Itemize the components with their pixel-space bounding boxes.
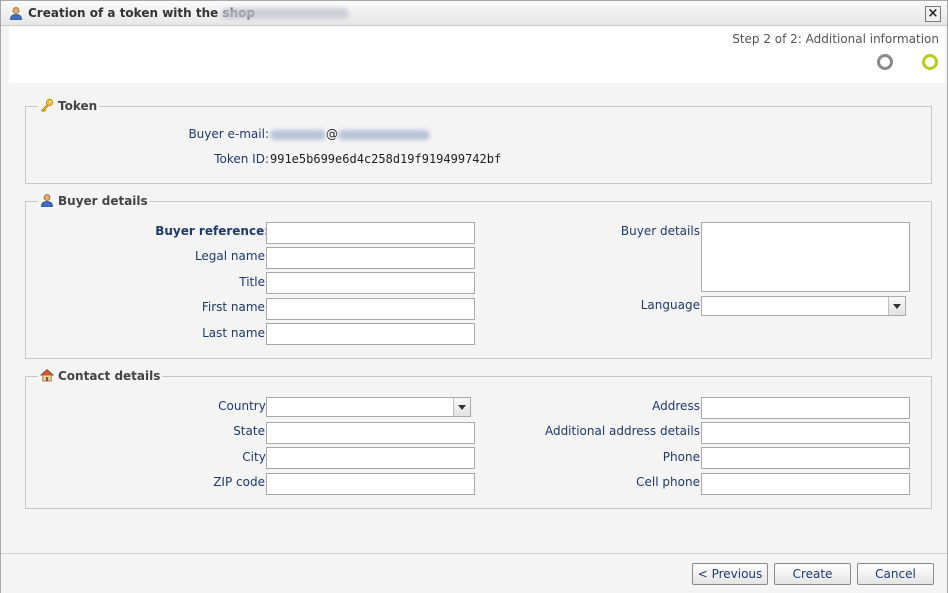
last-name-input[interactable] [266,323,475,345]
chevron-down-icon[interactable] [453,398,470,416]
dialog-window: Creation of a token with the shop × Step… [0,0,948,593]
legal-name-label: Legal name: [194,249,269,263]
buyer-email-label: Buyer e-mail: [188,127,269,141]
language-select[interactable] [701,296,906,316]
step-header: Step 2 of 2: Additional information [9,26,945,83]
key-icon [40,98,54,112]
contact-details-legend: Contact details [38,368,163,383]
country-select[interactable] [266,397,471,417]
first-name-input[interactable] [266,298,475,320]
shop-name-redacted [221,8,349,19]
buyer-reference-input[interactable] [266,222,475,244]
title-label: Title: [239,275,269,289]
user-icon [41,194,53,207]
phone-label: Phone: [662,450,704,464]
contact-details-legend-text: Contact details [58,369,161,383]
state-label: State: [233,424,269,438]
last-name-label: Last name: [202,326,269,340]
zip-code-input[interactable] [266,473,475,495]
token-legend-text: Token [58,99,98,113]
step-indicator-label: Step 2 of 2: Additional information [732,32,939,46]
buyer-reference-label: Buyer reference: [155,224,269,238]
token-id-label: Token ID: [214,152,269,166]
legal-name-input[interactable] [266,247,475,269]
contact-details-fieldset: Contact details Country: State: City: ZI… [25,368,932,509]
additional-address-label: Additional address details: [544,424,704,438]
title-bar: Creation of a token with the shop × [1,1,947,26]
cell-phone-label: Cell phone: [636,475,704,489]
home-icon [40,368,54,382]
close-icon[interactable]: × [925,6,941,22]
step-1-indicator [877,54,893,70]
language-label: Language: [640,298,704,312]
city-input[interactable] [266,447,475,469]
buyer-details-textarea[interactable] [701,222,910,292]
phone-input[interactable] [701,447,910,469]
step-2-indicator [922,54,938,70]
buyer-details-legend: Buyer details [38,193,150,208]
form-content: Token Buyer e-mail: @ Token ID: 991e5b69… [9,83,945,553]
title-input[interactable] [266,272,475,294]
buyer-details-label: Buyer details: [620,224,704,238]
zip-code-label: ZIP code: [213,475,269,489]
previous-button[interactable]: < Previous [692,563,768,585]
token-fieldset: Token Buyer e-mail: @ Token ID: 991e5b69… [25,98,932,184]
address-label: Address: [652,399,704,413]
cell-phone-input[interactable] [701,473,910,495]
email-at-sign: @ [326,127,338,141]
buyer-details-fieldset: Buyer details Buyer reference: Legal nam… [25,193,932,359]
chevron-down-icon[interactable] [888,297,905,315]
buyer-email-value: @ [270,127,430,141]
token-id-value: 991e5b699e6d4c258d19f919499742bf [270,152,502,166]
state-input[interactable] [266,422,475,444]
dialog-footer: < Previous Create Cancel [1,553,947,593]
token-legend: Token [38,98,100,113]
address-input[interactable] [701,397,910,419]
create-button[interactable]: Create [774,563,851,585]
email-domain-redacted [338,129,430,140]
city-label: City: [242,450,269,464]
additional-address-input[interactable] [701,422,910,444]
user-icon [10,7,22,20]
cancel-button[interactable]: Cancel [857,563,934,585]
buyer-details-legend-text: Buyer details [58,194,148,208]
first-name-label: First name: [201,300,269,314]
country-label: Country: [218,399,269,413]
email-user-redacted [270,129,326,140]
